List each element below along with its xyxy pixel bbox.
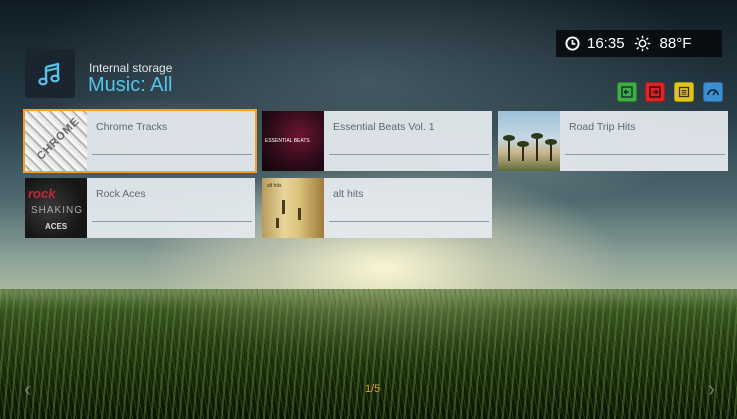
clock-icon: [565, 36, 580, 51]
temperature: 88°F: [659, 35, 692, 52]
list-icon: [678, 86, 690, 98]
music-note-icon: [25, 49, 75, 98]
album-art: rock SHAKING ACES: [25, 178, 87, 238]
tile-divider: [329, 221, 489, 222]
page-indicator: 1/5: [365, 383, 381, 395]
album-tile-essential-beats[interactable]: ESSENTIAL BEATS Essential Beats Vol. 1: [262, 111, 492, 171]
view-title: Music: All: [88, 74, 173, 96]
exit-arrow-icon: [649, 86, 661, 98]
album-title: alt hits: [333, 188, 364, 200]
album-art: [498, 111, 560, 171]
status-bar: 16:35 88°F: [556, 30, 722, 57]
album-art-text: ACES: [45, 222, 68, 231]
speedometer-icon: [707, 89, 719, 96]
album-art-text: ESSENTIAL BEATS: [265, 138, 310, 144]
album-tile-alt-hits[interactable]: alt hits alt hits: [262, 178, 492, 238]
album-title: Road Trip Hits: [569, 121, 636, 133]
sun-icon: [634, 35, 651, 52]
green-back-button[interactable]: [617, 82, 637, 102]
album-tile-rock-aces[interactable]: rock SHAKING ACES Rock Aces: [25, 178, 255, 238]
album-tile-chrome-tracks[interactable]: CHROME Chrome Tracks: [25, 111, 255, 171]
red-exit-button[interactable]: [645, 82, 665, 102]
yellow-list-button[interactable]: [674, 82, 694, 102]
album-title: Rock Aces: [96, 188, 146, 200]
album-tile-road-trip-hits[interactable]: Road Trip Hits: [498, 111, 728, 171]
album-art-text: CHROME: [34, 115, 83, 163]
album-art: ESSENTIAL BEATS: [262, 111, 324, 171]
album-art-text: alt hits: [267, 183, 282, 189]
album-art-text: rock: [28, 186, 56, 201]
blue-speed-button[interactable]: [703, 82, 723, 102]
album-title: Chrome Tracks: [96, 121, 168, 133]
background-grass: [0, 289, 737, 419]
album-art: alt hits: [262, 178, 324, 238]
album-art-text: SHAKING: [31, 205, 84, 216]
album-art: CHROME: [25, 111, 87, 171]
chevron-right-icon[interactable]: ›: [708, 376, 715, 402]
album-title: Essential Beats Vol. 1: [333, 121, 435, 133]
tile-divider: [329, 154, 489, 155]
tile-divider: [565, 154, 725, 155]
tile-divider: [92, 221, 252, 222]
back-arrow-icon: [621, 86, 633, 98]
clock-time: 16:35: [587, 35, 625, 52]
tile-divider: [92, 154, 252, 155]
storage-source-label: Internal storage: [89, 61, 173, 75]
chevron-left-icon[interactable]: ‹: [24, 376, 31, 402]
